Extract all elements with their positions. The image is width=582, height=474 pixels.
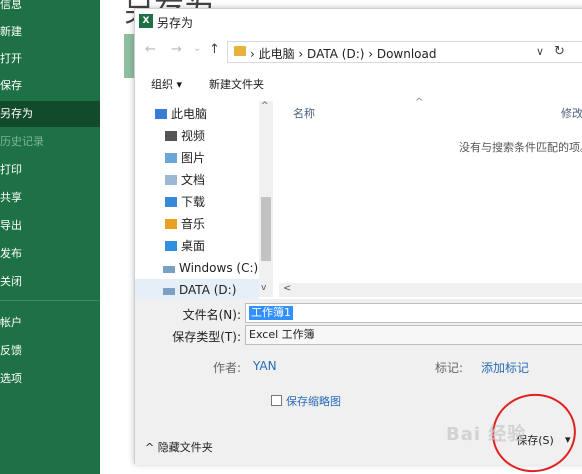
nav-item-documents[interactable]: 文档	[165, 169, 205, 191]
filename-value[interactable]: 工作簿1	[249, 306, 293, 320]
sidebar-divider	[0, 300, 100, 301]
sidebar-item-open[interactable]: 打开	[0, 46, 100, 72]
nav-item-desktop[interactable]: 桌面	[165, 235, 205, 257]
column-header-modified[interactable]: 修改	[561, 105, 582, 121]
breadcrumb[interactable]: › 此电脑 › DATA (D:) › Download	[250, 45, 437, 62]
sidebar-item-close[interactable]: 关闭	[0, 269, 100, 295]
sidebar-item-publish[interactable]: 发布	[0, 241, 100, 267]
drive-icon	[163, 288, 175, 295]
new-folder-button[interactable]: 新建文件夹	[209, 76, 264, 92]
drive-icon	[163, 266, 175, 273]
nav-item-windows-c[interactable]: Windows (C:)	[163, 257, 258, 279]
sidebar-item-options[interactable]: 选项	[0, 366, 100, 392]
tags-label: 标记:	[435, 361, 464, 375]
refresh-icon[interactable]: ↻	[554, 44, 565, 59]
download-icon	[165, 197, 177, 207]
add-tags-link[interactable]: 添加标记	[481, 359, 529, 376]
nav-item-music[interactable]: 音乐	[165, 213, 205, 235]
document-icon	[165, 175, 177, 185]
empty-list-message: 没有与搜索条件匹配的项。	[459, 141, 582, 154]
backstage-location-tile	[124, 34, 134, 78]
sidebar-item-save-as[interactable]: 另存为	[0, 101, 100, 127]
picture-icon	[165, 153, 177, 163]
sidebar-item-account[interactable]: 帐户	[0, 310, 100, 336]
file-list[interactable]: 名称 ^ 修改 没有与搜索条件匹配的项。	[279, 97, 582, 297]
author-label: 作者:	[212, 361, 241, 375]
filetype-select[interactable]: Excel 工作簿	[245, 325, 582, 345]
sidebar-item-feedback[interactable]: 反馈	[0, 338, 100, 364]
author-value[interactable]: YAN	[253, 359, 277, 373]
navigation-pane: 此电脑 视频 图片 文档 下载 音乐 桌面 Windows (C:) DATA …	[135, 101, 275, 301]
chevron-up-icon[interactable]: ^	[261, 101, 269, 111]
filetype-label: 保存类型(T):	[172, 330, 241, 344]
hide-folders-toggle[interactable]: ^ 隐藏文件夹	[145, 439, 213, 455]
chevron-down-icon[interactable]: ∨	[536, 45, 544, 58]
sidebar-item-print[interactable]: 打印	[0, 157, 100, 183]
navigation-row: ← → ⌄ ↑ › 此电脑 › DATA (D:) › Download ∨ ↻	[135, 39, 582, 65]
sidebar-item-new[interactable]: 新建	[0, 19, 100, 45]
scrollbar-thumb[interactable]	[261, 197, 271, 261]
filename-label: 文件名(N):	[182, 308, 241, 322]
dialog-toolbar: 组织 ▾ 新建文件夹	[135, 71, 582, 97]
navigation-scrollbar[interactable]: ^ v	[259, 101, 273, 297]
column-header-name[interactable]: 名称	[293, 105, 315, 121]
horizontal-scrollbar[interactable]: <	[279, 283, 582, 297]
computer-icon	[155, 109, 167, 119]
nav-item-videos[interactable]: 视频	[165, 125, 205, 147]
organize-button[interactable]: 组织 ▾	[151, 76, 182, 92]
forward-arrow-icon[interactable]: →	[171, 42, 182, 57]
sidebar-item-share[interactable]: 共享	[0, 185, 100, 211]
chevron-down-icon[interactable]: v	[261, 283, 266, 293]
excel-icon: X	[139, 14, 153, 28]
nav-item-downloads[interactable]: 下载	[165, 191, 205, 213]
sort-indicator-icon: ^	[415, 97, 424, 108]
nav-item-this-pc[interactable]: 此电脑	[155, 103, 207, 125]
sidebar-item-save[interactable]: 保存	[0, 73, 100, 99]
save-as-dialog: X 另存为 ← → ⌄ ↑ › 此电脑 › DATA (D:) › Downlo…	[134, 8, 582, 465]
watermark-logo: Bai 经验	[446, 424, 527, 445]
sidebar-item-info[interactable]: 信息	[0, 0, 100, 18]
recent-locations-icon[interactable]: ⌄	[193, 43, 201, 54]
nav-item-pictures[interactable]: 图片	[165, 147, 205, 169]
backstage-sidebar: 信息 新建 打开 保存 另存为 历史记录 打印 共享 导出 发布 关闭 帐户 反…	[0, 0, 100, 474]
filename-field[interactable]: 工作簿1	[245, 303, 582, 323]
address-bar[interactable]: › 此电脑 › DATA (D:) › Download ∨ ↻	[227, 41, 582, 63]
dialog-titlebar: X 另存为	[135, 9, 582, 35]
dialog-title: 另存为	[157, 16, 194, 30]
music-icon	[165, 219, 177, 229]
nav-item-data-d[interactable]: DATA (D:)	[135, 279, 259, 301]
chevron-left-icon[interactable]: <	[283, 283, 291, 294]
sidebar-item-history: 历史记录	[0, 135, 44, 148]
sidebar-item-export[interactable]: 导出	[0, 213, 100, 239]
back-arrow-icon[interactable]: ←	[145, 42, 156, 57]
up-arrow-icon[interactable]: ↑	[209, 42, 220, 57]
save-thumbnail-label[interactable]: 保存缩略图	[286, 393, 341, 409]
video-icon	[165, 131, 177, 141]
save-thumbnail-checkbox[interactable]	[271, 395, 282, 406]
folder-icon	[234, 46, 246, 56]
desktop-icon	[165, 241, 177, 251]
